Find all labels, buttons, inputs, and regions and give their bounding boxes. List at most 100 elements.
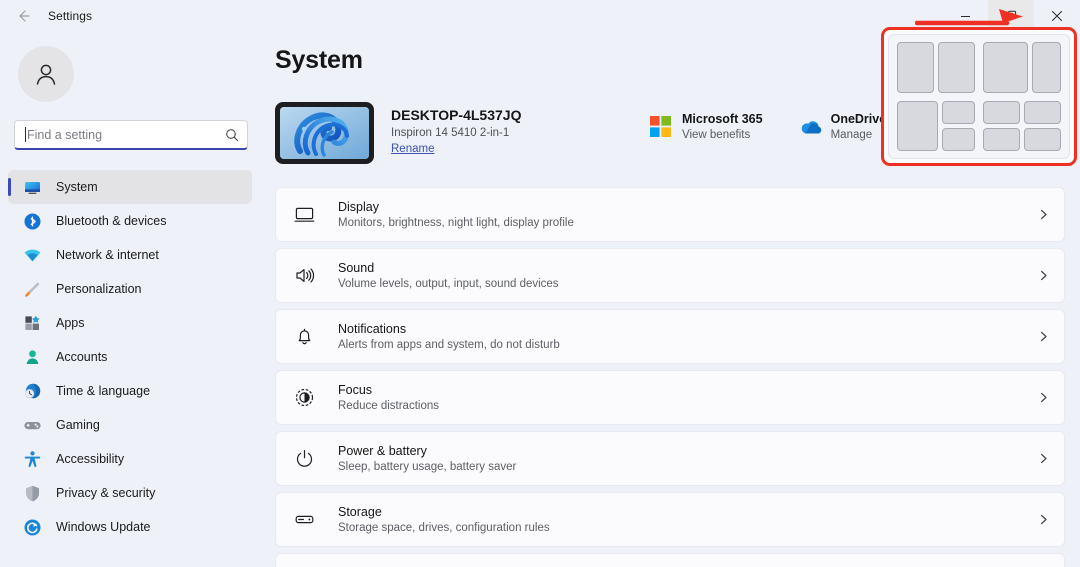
setting-row-sound[interactable]: Sound Volume levels, output, input, soun… <box>275 248 1065 303</box>
paintbrush-icon <box>22 279 42 299</box>
sidebar-item-privacy-security[interactable]: Privacy & security <box>8 476 252 510</box>
search-icon[interactable] <box>225 128 239 142</box>
sidebar-item-label: Windows Update <box>56 520 151 534</box>
sidebar-item-time-language[interactable]: Time & language <box>8 374 252 408</box>
settings-list: Display Monitors, brightness, night ligh… <box>275 187 1065 567</box>
back-button[interactable] <box>6 2 40 30</box>
setting-subtitle: Volume levels, output, input, sound devi… <box>338 278 1037 290</box>
text-caret <box>25 127 26 142</box>
snap-pane[interactable] <box>938 42 975 93</box>
onedrive-cloud-icon <box>799 116 821 138</box>
device-model: Inspiron 14 5410 2-in-1 <box>391 127 521 139</box>
search-container[interactable] <box>14 120 248 150</box>
snap-option-wide-left-narrow-right[interactable] <box>983 42 1061 93</box>
setting-row-storage[interactable]: Storage Storage space, drives, configura… <box>275 492 1065 547</box>
sidebar-item-system[interactable]: System <box>8 170 252 204</box>
setting-title: Notifications <box>338 322 1037 336</box>
person-icon <box>22 347 42 367</box>
setting-subtitle: Sleep, battery usage, battery saver <box>338 461 1037 473</box>
chevron-right-icon[interactable] <box>1037 452 1050 465</box>
service-title: OneDrive <box>831 112 887 126</box>
snap-option-four-quadrants[interactable] <box>983 101 1061 152</box>
microsoft-logo-icon <box>650 116 672 138</box>
setting-row-partial[interactable] <box>275 553 1065 567</box>
snap-layouts-flyout[interactable] <box>881 27 1077 166</box>
globe-clock-icon <box>22 381 42 401</box>
app-title: Settings <box>48 9 92 23</box>
sidebar-item-bluetooth-devices[interactable]: Bluetooth & devices <box>8 204 252 238</box>
accessibility-icon <box>22 449 42 469</box>
user-avatar-icon[interactable] <box>18 46 74 102</box>
setting-row-display[interactable]: Display Monitors, brightness, night ligh… <box>275 187 1065 242</box>
service-title: Microsoft 365 <box>682 112 763 126</box>
snap-pane[interactable] <box>897 101 938 152</box>
windows-bloom-wallpaper <box>280 107 369 159</box>
snap-pane[interactable] <box>1032 42 1061 93</box>
sidebar: System Bluetooth & devices <box>0 32 260 567</box>
sidebar-item-label: Network & internet <box>56 248 159 262</box>
speaker-icon <box>292 264 316 288</box>
apps-grid-icon <box>22 313 42 333</box>
sidebar-nav: System Bluetooth & devices <box>8 170 252 544</box>
setting-title: Display <box>338 200 1037 214</box>
sidebar-item-label: Accessibility <box>56 452 124 466</box>
snap-pane[interactable] <box>1024 128 1061 151</box>
services-group: Microsoft 365 View benefits OneDrive Man… <box>650 112 886 141</box>
setting-title: Sound <box>338 261 1037 275</box>
sidebar-item-network-internet[interactable]: Network & internet <box>8 238 252 272</box>
sidebar-item-windows-update[interactable]: Windows Update <box>8 510 252 544</box>
chevron-right-icon[interactable] <box>1037 269 1050 282</box>
sidebar-item-label: Bluetooth & devices <box>56 214 167 228</box>
setting-subtitle: Monitors, brightness, night light, displ… <box>338 217 1037 229</box>
chevron-right-icon[interactable] <box>1037 208 1050 221</box>
power-icon <box>292 447 316 471</box>
search-box[interactable] <box>14 120 248 150</box>
focus-circle-icon <box>292 386 316 410</box>
service-subtitle[interactable]: Manage <box>831 129 887 141</box>
storage-drive-icon <box>292 508 316 532</box>
service-subtitle[interactable]: View benefits <box>682 129 763 141</box>
setting-subtitle: Reduce distractions <box>338 400 1037 412</box>
update-refresh-icon <box>22 517 42 537</box>
snap-pane[interactable] <box>942 128 975 151</box>
chevron-right-icon[interactable] <box>1037 330 1050 343</box>
sidebar-item-label: System <box>56 180 98 194</box>
sidebar-item-label: Personalization <box>56 282 141 296</box>
setting-row-notifications[interactable]: Notifications Alerts from apps and syste… <box>275 309 1065 364</box>
sidebar-item-apps[interactable]: Apps <box>8 306 252 340</box>
snap-option-two-equal-columns[interactable] <box>897 42 975 93</box>
chevron-right-icon[interactable] <box>1037 391 1050 404</box>
page-title: System <box>275 46 363 75</box>
search-input[interactable] <box>27 128 225 142</box>
sidebar-item-gaming[interactable]: Gaming <box>8 408 252 442</box>
setting-row-focus[interactable]: Focus Reduce distractions <box>275 370 1065 425</box>
sidebar-item-personalization[interactable]: Personalization <box>8 272 252 306</box>
bluetooth-icon <box>22 211 42 231</box>
setting-title: Power & battery <box>338 444 1037 458</box>
sidebar-item-label: Apps <box>56 316 85 330</box>
snap-pane[interactable] <box>983 101 1020 124</box>
sidebar-item-label: Privacy & security <box>56 486 155 500</box>
rename-link[interactable]: Rename <box>391 143 434 155</box>
microsoft-365-entry[interactable]: Microsoft 365 View benefits <box>650 112 763 141</box>
snap-option-left-tall-right-stacked[interactable] <box>897 101 975 152</box>
setting-subtitle: Storage space, drives, configuration rul… <box>338 522 1037 534</box>
sidebar-item-accounts[interactable]: Accounts <box>8 340 252 374</box>
chevron-right-icon[interactable] <box>1037 513 1050 526</box>
setting-row-power-battery[interactable]: Power & battery Sleep, battery usage, ba… <box>275 431 1065 486</box>
snap-column <box>1024 101 1061 152</box>
snap-pane[interactable] <box>1024 101 1061 124</box>
sidebar-item-label: Time & language <box>56 384 150 398</box>
snap-pane[interactable] <box>983 128 1020 151</box>
snap-pane[interactable] <box>942 101 975 124</box>
snap-pane[interactable] <box>983 42 1028 93</box>
onedrive-entry[interactable]: OneDrive Manage <box>799 112 887 141</box>
snap-pane[interactable] <box>897 42 934 93</box>
sidebar-item-accessibility[interactable]: Accessibility <box>8 442 252 476</box>
monitor-icon <box>22 177 42 197</box>
bell-icon <box>292 325 316 349</box>
device-thumbnail <box>275 102 374 164</box>
sidebar-item-label: Accounts <box>56 350 107 364</box>
device-name: DESKTOP-4L537JQ <box>391 107 521 123</box>
snap-column <box>983 101 1020 152</box>
